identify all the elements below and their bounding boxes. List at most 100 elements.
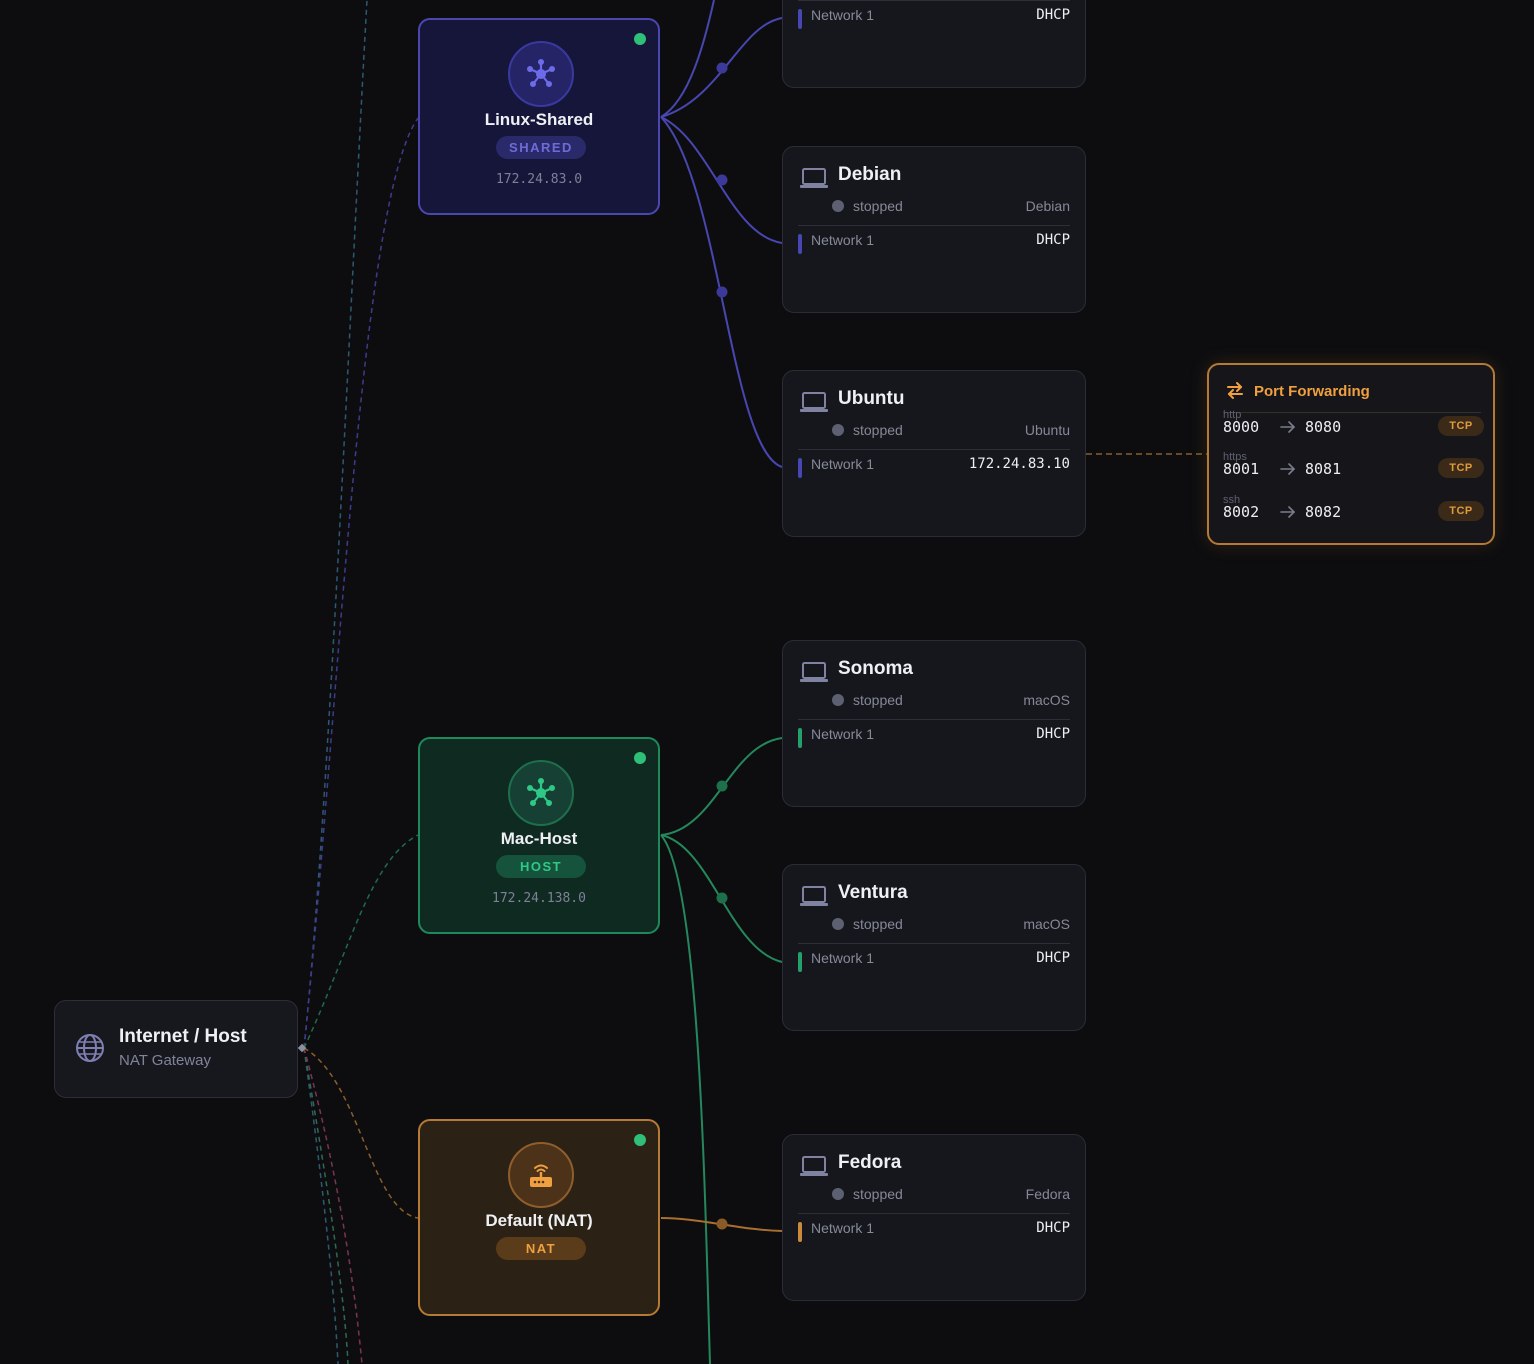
port-forward-rule[interactable]: http 8000 8080 TCP [1209,409,1493,452]
vm-status: stopped [853,692,903,708]
network-node-linux-shared[interactable]: Linux-Shared SHARED 172.24.83.0 [418,18,660,215]
globe-icon [76,1034,104,1062]
swap-arrows-icon [1227,382,1243,399]
edge-handle[interactable] [716,1218,728,1230]
laptop-icon [800,168,828,188]
edge-host-offscreen [660,834,711,1364]
network-color-bar [798,1222,802,1242]
network-name: Linux-Shared [484,110,594,129]
guest-port: 8081 [1305,460,1342,478]
protocol-badge: TCP [1438,416,1484,436]
vm-network-address: DHCP [1036,950,1070,966]
guest-port: 8082 [1305,503,1342,521]
network-color-bar [798,952,802,972]
port-forwarding-title: Port Forwarding [1254,383,1370,400]
edge-internet-shared [303,117,419,1049]
arrow-right-icon [1280,463,1296,475]
edge-handle[interactable] [716,286,728,298]
edge-handle[interactable] [716,780,728,792]
vm-name: Debian [838,164,902,185]
host-port: 8000 [1223,418,1260,436]
vm-network-address: DHCP [1036,726,1070,742]
vm-card-ubuntu[interactable]: Ubuntu stopped Ubuntu Network 1 172.24.8… [782,370,1086,537]
network-hub-icon [527,778,555,806]
network-hub-icon [527,59,555,87]
vm-card-debian[interactable]: Debian stopped Debian Network 1 DHCP [782,146,1086,313]
internet-subtitle: NAT Gateway [119,1052,211,1069]
guest-port: 8080 [1305,418,1342,436]
edge-handle[interactable] [716,62,728,74]
vm-divider [798,0,1070,1]
vm-network-address: DHCP [1036,232,1070,248]
internet-title: Internet / Host [119,1026,247,1047]
network-color-bar [798,9,802,29]
network-subnet: 172.24.138.0 [492,891,586,906]
vm-status-dot [832,694,844,706]
network-node-mac-host[interactable]: Mac-Host HOST 172.24.138.0 [418,737,660,934]
vm-name: Fedora [838,1152,902,1173]
vm-card-sonoma[interactable]: Sonoma stopped macOS Network 1 DHCP [782,640,1086,807]
network-type-badge: SHARED [496,136,586,159]
host-port: 8001 [1223,460,1260,478]
vm-network-label: Network 1 [811,1220,875,1236]
edge-internet-offscreen-1 [303,0,368,1049]
network-color-bar [798,458,802,478]
vm-os: macOS [1023,916,1070,932]
vm-network-label: Network 1 [811,726,875,742]
host-port: 8002 [1223,503,1260,521]
vm-status-dot [832,1188,844,1200]
vm-os: macOS [1023,692,1070,708]
vm-name: Ubuntu [838,388,905,409]
running-status-dot [634,752,646,764]
router-icon [530,1164,552,1187]
network-type-badge: NAT [496,1237,586,1260]
vm-card-top[interactable]: Network 1 DHCP [782,0,1086,88]
vm-status: stopped [853,1186,903,1202]
network-node-default-nat[interactable]: Default (NAT) NAT [418,1119,660,1316]
running-status-dot [634,33,646,45]
vm-status: stopped [853,422,903,438]
protocol-badge: TCP [1438,501,1484,521]
vm-divider [798,449,1070,450]
vm-status: stopped [853,198,903,214]
vm-divider [798,225,1070,226]
arrow-right-icon [1280,506,1296,518]
port-forward-rule[interactable]: https 8001 8081 TCP [1209,451,1493,494]
vm-network-label: Network 1 [811,232,875,248]
connection-edges [297,0,1207,1364]
laptop-icon [800,392,828,412]
edge-handle[interactable] [716,892,728,904]
protocol-badge: TCP [1438,458,1484,478]
edge-shared-offscreen [660,0,715,118]
port-forwarding-panel[interactable]: Port Forwarding http 8000 8080 TCP https… [1207,363,1495,545]
edge-internet-offscreen-2 [303,1047,339,1364]
edge-internet-nat [303,1047,419,1219]
vm-network-address: DHCP [1036,7,1070,23]
laptop-icon [800,1156,828,1176]
running-status-dot [634,1134,646,1146]
vm-status-dot [832,918,844,930]
network-color-bar [798,234,802,254]
vm-card-fedora[interactable]: Fedora stopped Fedora Network 1 DHCP [782,1134,1086,1301]
network-name: Default (NAT) [485,1211,593,1230]
vm-status: stopped [853,916,903,932]
internet-host-node[interactable]: Internet / Host NAT Gateway [54,1000,298,1098]
vm-divider [798,943,1070,944]
network-icon-circle [508,760,574,826]
vm-os: Debian [1025,198,1070,214]
network-icon-circle [508,41,574,107]
vm-network-address: 172.24.83.10 [968,456,1070,472]
vm-divider [798,719,1070,720]
vm-card-ventura[interactable]: Ventura stopped macOS Network 1 DHCP [782,864,1086,1031]
edge-handle[interactable] [716,174,728,186]
arrow-right-icon [1280,421,1296,433]
vm-name: Sonoma [838,658,913,679]
laptop-icon [800,662,828,682]
network-icon-circle [508,1142,574,1208]
port-forward-rule[interactable]: ssh 8002 8082 TCP [1209,494,1493,537]
vm-os: Fedora [1025,1186,1070,1202]
vm-os: Ubuntu [1024,422,1070,438]
vm-network-address: DHCP [1036,1220,1070,1236]
vm-network-label: Network 1 [811,7,875,23]
vm-status-dot [832,200,844,212]
